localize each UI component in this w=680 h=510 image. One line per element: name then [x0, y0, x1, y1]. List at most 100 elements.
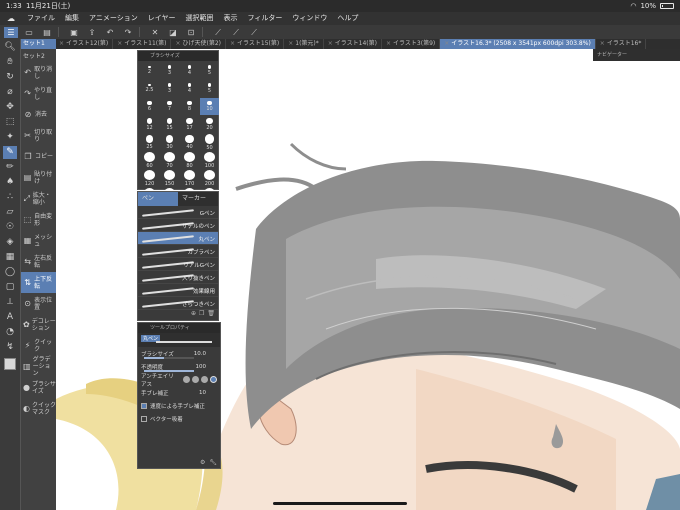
document-tab[interactable]: × 1(第元)* — [284, 39, 324, 49]
pen-item[interactable]: ざらつきペン — [138, 297, 218, 310]
redo-icon[interactable]: ↷ — [121, 27, 135, 38]
save-icon[interactable]: ▣ — [67, 27, 81, 38]
airbrush-icon[interactable]: ∴ — [3, 191, 17, 204]
share-icon[interactable]: ⇪ — [85, 27, 99, 38]
document-tab[interactable]: × イラスト15(第) — [226, 39, 285, 49]
brush-size-option[interactable]: 6 — [140, 98, 159, 115]
pen-item[interactable]: カブラペン — [138, 245, 218, 258]
app-icon[interactable]: ☁ — [0, 12, 22, 25]
menu-view[interactable]: 表示 — [219, 12, 243, 25]
brush-size-option[interactable]: 5 — [200, 80, 219, 97]
document-tab[interactable]: × イラスト14(第) — [324, 39, 382, 49]
snap-icon[interactable]: ⟋ — [229, 27, 243, 38]
navigator-panel[interactable]: ナビゲーター — [593, 49, 680, 61]
close-tab-icon[interactable]: × — [386, 40, 391, 47]
document-tab[interactable]: × イラスト16* — [596, 39, 647, 49]
subtool-flip-horizontal[interactable]: ⇆ 左右反転 — [21, 251, 56, 272]
brush-size-option[interactable]: 150 — [160, 170, 179, 187]
document-tab[interactable]: × イラスト3(第9) — [382, 39, 441, 49]
subtool-copy[interactable]: ❐ コピー — [21, 146, 56, 167]
brush-size-option[interactable]: 10 — [200, 98, 219, 115]
brush-size-option[interactable]: 7 — [160, 98, 179, 115]
brush-size-option[interactable]: 170 — [180, 170, 199, 187]
brush-size-option[interactable]: 80 — [180, 152, 199, 169]
select-icon[interactable]: ⬚ — [3, 116, 17, 129]
brush-size-value[interactable]: 10.0 — [194, 351, 206, 357]
brush-size-option[interactable]: 8 — [180, 98, 199, 115]
fill-tool-icon[interactable]: ◈ — [3, 236, 17, 249]
opacity-value[interactable]: 100 — [196, 364, 207, 370]
subtool-brush-size[interactable]: ● プラシサイズ — [21, 377, 56, 398]
subtool-view-position[interactable]: ⊙ 表示位置 — [21, 293, 56, 314]
brush-size-option[interactable]: 3 — [160, 62, 179, 79]
speed-stabilization-checkbox[interactable] — [141, 402, 147, 409]
antialias-strong[interactable] — [210, 376, 217, 383]
vector-snap-row[interactable]: ベクター吸着 — [138, 412, 220, 425]
duplicate-icon[interactable]: ❐ — [199, 310, 204, 320]
brush-size-option[interactable]: 25 — [140, 134, 159, 151]
ruler-tool-icon[interactable]: ⟂ — [3, 296, 17, 309]
subtool-quick[interactable]: ⚡ クイック — [21, 335, 56, 356]
menu-selection[interactable]: 選択範囲 — [181, 12, 219, 25]
tab-pen[interactable]: ペン — [138, 192, 178, 206]
subtool-gradient[interactable]: ▥ グラデーション — [21, 356, 56, 377]
tab-marker[interactable]: マーカー — [178, 192, 218, 206]
brush-size-option[interactable]: 70 — [160, 152, 179, 169]
subtool-flip-vertical[interactable]: ⇅ 上下反転 — [21, 272, 56, 293]
ruler-icon[interactable]: ⟋ — [211, 27, 225, 38]
menu-window[interactable]: ウィンドウ — [287, 12, 332, 25]
subtool-decoration[interactable]: ✿ デコレーション — [21, 314, 56, 335]
brush-size-option[interactable]: 20 — [200, 116, 219, 133]
brush-size-option[interactable]: 2 — [140, 62, 159, 79]
open-file-icon[interactable]: ▤ — [40, 27, 54, 38]
subtool-scale[interactable]: ⤢ 拡大・縮小 — [21, 188, 56, 209]
pen-item[interactable]: 効果線用 — [138, 284, 218, 297]
brush-size-option[interactable]: 15 — [160, 116, 179, 133]
close-tab-icon[interactable]: × — [175, 40, 180, 47]
close-tab-icon[interactable]: × — [117, 40, 122, 47]
subtool-cut[interactable]: ✂ 切り取り — [21, 125, 56, 146]
move-icon[interactable]: ✥ — [3, 101, 17, 114]
add-subtool-icon[interactable]: ⊕ — [191, 310, 196, 320]
subtool-mesh[interactable]: ▦ メッシュ — [21, 230, 56, 251]
subtool-redo[interactable]: ↷ やり直し — [21, 83, 56, 104]
antialias-medium[interactable] — [201, 376, 208, 383]
pen-item[interactable]: サデルのペン — [138, 219, 218, 232]
brush-size-option[interactable]: 4 — [180, 80, 199, 97]
brush-size-option[interactable]: 4 — [180, 62, 199, 79]
stabilization-row[interactable]: 手ブレ補正 10 — [138, 386, 220, 399]
settings-icon[interactable]: ⚙ — [200, 459, 205, 466]
eraser-icon[interactable]: ▱ — [3, 206, 17, 219]
brush-size-option[interactable]: 17 — [180, 116, 199, 133]
brush-size-option[interactable]: 60 — [140, 152, 159, 169]
fill-icon[interactable]: ◪ — [166, 27, 180, 38]
brush-size-option[interactable]: 120 — [140, 170, 159, 187]
brush-size-option[interactable]: 100 — [200, 152, 219, 169]
brush-size-option[interactable]: 200 — [200, 170, 219, 187]
figure-icon[interactable]: ◯ — [3, 266, 17, 279]
close-tab-icon[interactable]: × — [600, 40, 605, 47]
antialias-none[interactable] — [183, 376, 190, 383]
snap-special-icon[interactable]: ⟋ — [247, 27, 261, 38]
tool-property-title[interactable]: ツールプロパティ — [138, 323, 220, 333]
subtool-clear[interactable]: ⊘ 消去 — [21, 104, 56, 125]
trash-icon[interactable]: 🗑︎ — [207, 310, 215, 320]
pen-item[interactable]: 入り抜きペン — [138, 271, 218, 284]
speed-stabilization-row[interactable]: 速度による手ブレ補正 — [138, 399, 220, 412]
main-color-swatch[interactable] — [4, 358, 16, 370]
brush-size-row[interactable]: ブラシサイズ 10.0 — [138, 347, 220, 360]
antialias-weak[interactable] — [192, 376, 199, 383]
menu-filter[interactable]: フィルター — [243, 12, 288, 25]
document-tab[interactable]: × ひげ天使(第2) — [171, 39, 226, 49]
gradient-icon[interactable]: ▦ — [3, 251, 17, 264]
pen-icon[interactable]: ✎ — [3, 146, 17, 159]
menu-edit[interactable]: 編集 — [60, 12, 84, 25]
close-tab-icon[interactable]: × — [328, 40, 333, 47]
menu-animation[interactable]: アニメーション — [84, 12, 143, 25]
document-tab-active[interactable]: × イラスト16.3* (2508 x 3541px 600dpi 303.8%) — [440, 39, 596, 49]
transform-icon[interactable]: ⊡ — [184, 27, 198, 38]
new-canvas-icon[interactable]: ▭ — [22, 27, 36, 38]
brush-size-title[interactable]: ブラシサイズ — [138, 51, 218, 61]
sub-tool-set-header[interactable]: セット1 — [21, 39, 56, 49]
balloon-icon[interactable]: ◔ — [3, 326, 17, 339]
